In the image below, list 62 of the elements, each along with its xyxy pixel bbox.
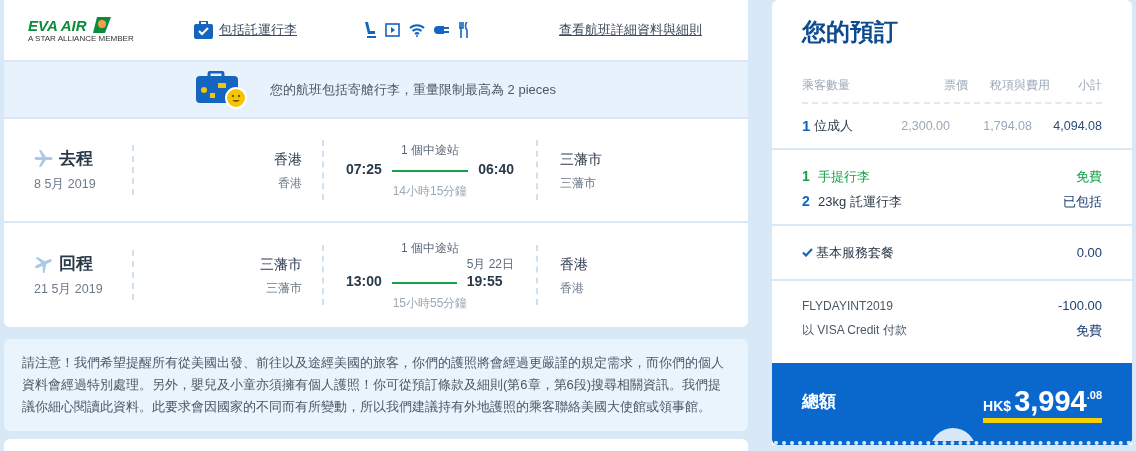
- logo-tagline: A STAR ALLIANCE MEMBER: [28, 32, 135, 44]
- wifi-icon: [409, 23, 425, 37]
- column-header: 乘客數量: [802, 77, 851, 94]
- flight-date: 8 5月 2019: [34, 176, 97, 194]
- arrival-airport: 香港: [560, 279, 584, 297]
- summary-title: 您的預訂: [802, 17, 899, 47]
- passport-notice-text: 請注意！我們希望提醒所有從美國出發、前往以及途經美國的旅客，你們的護照將會經過更嚴謹的規定需求，而你們的個人資料會經過特別處理。另外，嬰兒及小童亦須擁有個人護照！你可從預訂條款及細則(第6章，第6段)搜尋相關資訊。我們提議你細心閱讀此資料。此要求會因國家的不同而有所變動，所以我們建議持有外地護照的乘客聯絡美國大使館或領事館。: [22, 354, 725, 416]
- arrival-time: 19:55: [466, 271, 503, 291]
- fare-amount: 2,300.00: [900, 117, 950, 135]
- route-line: [391, 281, 457, 284]
- flight-duration: 15小時55分鐘: [392, 294, 468, 312]
- package-label: 基本服務套餐: [816, 243, 895, 262]
- package-price: 0.00: [1076, 243, 1102, 262]
- plug-icon: [434, 24, 450, 36]
- flight-date: 21 5月 2019: [34, 281, 104, 299]
- total-whole: 3,994: [1014, 385, 1087, 417]
- flight-details-link[interactable]: 查看航班詳細資料與細則: [559, 20, 702, 40]
- fork-knife-icon: [459, 22, 469, 38]
- tax-amount: 1,794.08: [982, 117, 1032, 135]
- departure-airport: 香港: [278, 174, 302, 192]
- discount-amount: -100.00: [1057, 297, 1102, 315]
- payment-method: 以 VISA Credit 付款: [802, 322, 908, 340]
- subtotal-amount: 4,094.08: [1052, 117, 1102, 135]
- arrival-date: 5月 22日: [466, 256, 514, 271]
- baggage-label: 23kg 託運行李: [818, 192, 903, 211]
- flight-direction-label: 回程: [59, 252, 93, 275]
- flight-direction-label: 去程: [59, 147, 93, 170]
- baggage-label: 手提行李: [818, 167, 871, 186]
- suitcase-smiley-icon: [195, 70, 248, 109]
- plane-icon: [34, 254, 53, 274]
- arrival-airport: 三藩市: [560, 174, 596, 192]
- currency-code: HK$: [983, 397, 1012, 416]
- departure-airport: 三藩市: [266, 279, 302, 297]
- departure-time: 07:25: [346, 159, 382, 179]
- column-header: 小計: [1077, 77, 1102, 94]
- arrival-city: 三藩市: [560, 149, 602, 169]
- column-header: 票價: [943, 77, 968, 94]
- baggage-price: 免費: [1076, 167, 1102, 186]
- departure-city: 香港: [274, 149, 302, 169]
- promo-code: FLYDAYINT2019: [802, 297, 894, 315]
- screen-icon: [385, 23, 400, 37]
- baggage-price: 已包括: [1063, 192, 1102, 211]
- flight-duration: 14小時15分鐘: [392, 182, 468, 200]
- total-label: 總額: [802, 391, 836, 414]
- departure-time: 13:00: [346, 271, 382, 291]
- stops-label: 1 個中途站: [401, 239, 459, 257]
- stops-label: 1 個中途站: [401, 141, 459, 159]
- column-header: 稅項與費用: [989, 77, 1050, 94]
- departure-city: 三藩市: [260, 254, 302, 274]
- checked-suitcase-icon: [194, 21, 213, 39]
- arrival-city: 香港: [560, 254, 588, 274]
- baggage-allowance-text: 您的航班包括寄艙行李，重量限制最高為 2 pieces: [269, 80, 556, 99]
- plane-icon: [34, 149, 53, 169]
- passenger-count: 1: [802, 115, 811, 136]
- seat-icon: [364, 22, 376, 38]
- total-cents: .08: [1086, 388, 1102, 401]
- payment-fee: 免費: [1076, 321, 1102, 340]
- baggage-count: 1: [802, 167, 811, 186]
- baggage-count: 2: [802, 192, 811, 211]
- arrival-time: 06:40: [478, 159, 514, 179]
- logo-wordmark: EVA AIR: [28, 17, 87, 33]
- passenger-type: 位成人: [814, 117, 854, 136]
